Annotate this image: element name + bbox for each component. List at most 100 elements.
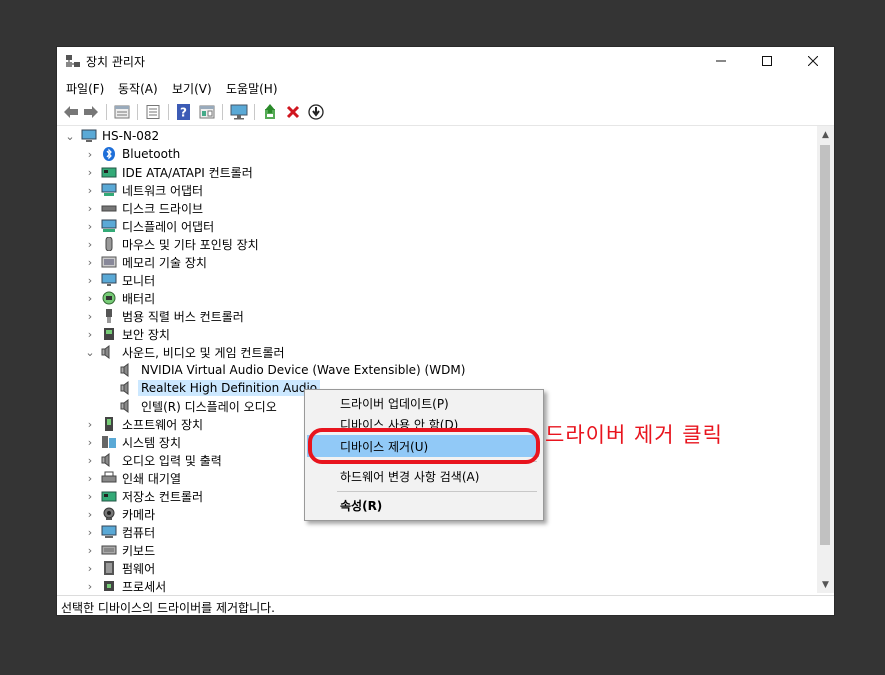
expand-chevron-icon[interactable]: › [85, 523, 95, 541]
disk-drive-icon [101, 201, 117, 215]
download-circle-icon [308, 104, 324, 120]
tree-category[interactable]: 범용 직렬 버스 컨트롤러 [101, 307, 244, 325]
expand-chevron-icon[interactable]: › [85, 271, 95, 289]
menu-scan-hardware[interactable]: 하드웨어 변경 사항 검색(A) [307, 465, 539, 487]
tree-item-label: 프로세서 [122, 579, 167, 594]
list-view-icon [146, 105, 160, 119]
expand-chevron-icon[interactable]: › [85, 217, 95, 235]
tree-item-label: 저장소 컨트롤러 [122, 489, 204, 504]
collapse-chevron-icon[interactable]: ⌄ [65, 127, 75, 145]
minimize-button[interactable] [698, 47, 744, 75]
tree-category[interactable]: 키보드 [101, 541, 155, 559]
tree-category[interactable]: 배터리 [101, 289, 155, 307]
expand-chevron-icon[interactable]: › [85, 289, 95, 307]
expand-chevron-icon[interactable]: › [85, 199, 95, 217]
tree-category[interactable]: Bluetooth [101, 145, 180, 163]
scan-monitor-icon [230, 104, 248, 120]
tree-category[interactable]: 사운드, 비디오 및 게임 컨트롤러 [101, 343, 285, 361]
help-button[interactable]: ? [175, 103, 193, 121]
tree-device[interactable]: 인텔(R) 디스플레이 오디오 [120, 397, 277, 415]
tree-category[interactable]: 모니터 [101, 271, 155, 289]
expand-chevron-icon[interactable]: › [85, 181, 95, 199]
scroll-down-icon[interactable]: ▼ [817, 576, 834, 593]
device-tree[interactable]: ⌄ HS-N-082 › Bluetooth › IDE ATA/ATAPI 컨트롤러 › 네… [57, 126, 817, 593]
collapse-chevron-icon[interactable]: ⌄ [85, 343, 95, 361]
expand-chevron-icon[interactable]: › [85, 163, 95, 181]
properties-button[interactable] [113, 103, 131, 121]
forward-button[interactable] [82, 103, 100, 121]
toolbar-separator [254, 104, 255, 120]
close-button[interactable] [790, 47, 834, 75]
menu-action[interactable]: 동작(A) [118, 80, 158, 97]
computer-root-icon [81, 129, 97, 143]
tree-category[interactable]: 디스크 드라이브 [101, 199, 203, 217]
expand-chevron-icon[interactable]: › [85, 487, 95, 505]
ide-controller-icon [101, 165, 117, 179]
menu-update-driver[interactable]: 드라이버 업데이트(P) [307, 392, 539, 414]
vertical-scrollbar[interactable]: ▲ ▼ [817, 126, 834, 593]
tree-category[interactable]: 오디오 입력 및 출력 [101, 451, 222, 469]
enable-device-button[interactable] [307, 103, 325, 121]
expand-chevron-icon[interactable]: › [85, 559, 95, 577]
expand-chevron-icon[interactable]: › [85, 433, 95, 451]
tree-item-label: 컴퓨터 [122, 525, 156, 540]
menu-separator [337, 491, 537, 492]
scroll-up-icon[interactable]: ▲ [817, 126, 834, 143]
resource-view-button[interactable] [198, 103, 216, 121]
tree-category[interactable]: 시스템 장치 [101, 433, 181, 451]
tree-item-label: HS-N-082 [102, 129, 160, 143]
security-device-icon [101, 327, 117, 341]
uninstall-device-button[interactable] [284, 103, 302, 121]
expand-chevron-icon[interactable]: › [85, 469, 95, 487]
tree-item-label: 시스템 장치 [122, 435, 182, 450]
expand-chevron-icon[interactable]: › [85, 307, 95, 325]
scrollbar-thumb[interactable] [820, 145, 830, 545]
expand-chevron-icon[interactable]: › [85, 577, 95, 593]
tree-item-label: 오디오 입력 및 출력 [122, 453, 222, 468]
menu-file[interactable]: 파일(F) [66, 80, 104, 97]
tree-category[interactable]: 펌웨어 [101, 559, 155, 577]
scan-hardware-button[interactable] [230, 103, 248, 121]
tree-category[interactable]: 인쇄 대기열 [101, 469, 181, 487]
status-text: 선택한 디바이스의 드라이버를 제거합니다. [61, 601, 275, 615]
expand-chevron-icon[interactable]: › [85, 505, 95, 523]
expand-chevron-icon[interactable]: › [85, 145, 95, 163]
tree-category[interactable]: 저장소 컨트롤러 [101, 487, 203, 505]
tree-category[interactable]: 카메라 [101, 505, 155, 523]
tree-root[interactable]: HS-N-082 [81, 127, 159, 145]
computer-icon [101, 525, 117, 539]
menu-help[interactable]: 도움말(H) [226, 80, 278, 97]
expand-chevron-icon[interactable]: › [85, 325, 95, 343]
tree-item-label: 소프트웨어 장치 [122, 417, 204, 432]
expand-chevron-icon[interactable]: › [85, 235, 95, 253]
device-manager-window: 장치 관리자 파일(F) 동작(A) 보기(V) 도움말(H) ? ⌄ HS-N… [56, 46, 835, 616]
menu-view[interactable]: 보기(V) [172, 80, 212, 97]
list-view-button[interactable] [144, 103, 162, 121]
window-title: 장치 관리자 [86, 55, 146, 69]
tree-category[interactable]: 네트워크 어댑터 [101, 181, 203, 199]
keyboard-icon [101, 543, 117, 557]
tree-category[interactable]: 메모리 기술 장치 [101, 253, 207, 271]
tree-category[interactable]: 소프트웨어 장치 [101, 415, 203, 433]
speaker-icon [120, 363, 136, 377]
expand-chevron-icon[interactable]: › [85, 541, 95, 559]
title-bar[interactable]: 장치 관리자 [57, 47, 834, 75]
status-bar: 선택한 디바이스의 드라이버를 제거합니다. [57, 595, 834, 615]
tree-category[interactable]: 컴퓨터 [101, 523, 155, 541]
menu-properties[interactable]: 속성(R) [307, 494, 539, 516]
tree-category[interactable]: 마우스 및 기타 포인팅 장치 [101, 235, 259, 253]
expand-chevron-icon[interactable]: › [85, 451, 95, 469]
tree-category[interactable]: 보안 장치 [101, 325, 170, 343]
tree-category[interactable]: IDE ATA/ATAPI 컨트롤러 [101, 163, 253, 181]
device-manager-app-icon [66, 55, 80, 67]
expand-chevron-icon[interactable]: › [85, 253, 95, 271]
back-button[interactable] [62, 103, 80, 121]
tree-device[interactable]: Realtek High Definition Audio [120, 379, 321, 397]
tree-category[interactable]: 디스플레이 어댑터 [101, 217, 214, 235]
update-driver-button[interactable] [261, 103, 279, 121]
tree-device[interactable]: NVIDIA Virtual Audio Device (Wave Extens… [120, 361, 465, 379]
maximize-button[interactable] [744, 47, 790, 75]
help-icon: ? [177, 104, 190, 120]
tree-category[interactable]: 프로세서 [101, 577, 166, 593]
expand-chevron-icon[interactable]: › [85, 415, 95, 433]
